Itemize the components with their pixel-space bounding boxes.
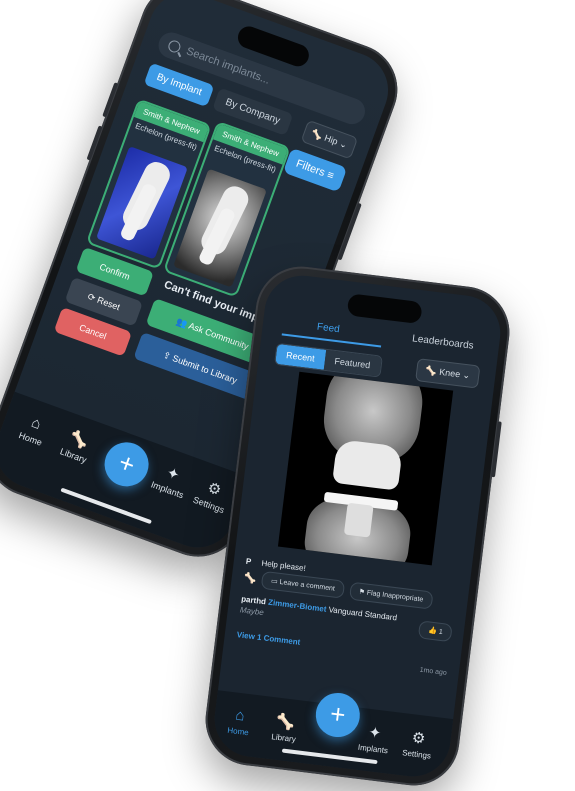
- stem-shape: [197, 206, 237, 267]
- filter-icon: ≡: [325, 168, 336, 183]
- screen-feed: Feed Leaderboards Recent Featured 🦴 Knee…: [210, 271, 505, 781]
- implant-icon: 🦴: [243, 572, 257, 585]
- search-icon: [166, 38, 183, 55]
- nav-library[interactable]: 🦴 Library: [48, 423, 106, 469]
- submit-library-label: Submit to Library: [171, 353, 239, 386]
- joint-select-value: Hip: [323, 132, 340, 147]
- bottom-nav: ⌂ Home 🦴 Library + ✦ Implants ⚙ Settings: [210, 690, 454, 781]
- feed-sort-tabs: Recent Featured: [274, 342, 383, 378]
- nav-implants-label: Implants: [357, 742, 389, 756]
- gear-icon: ⚙: [410, 729, 427, 748]
- reset-label: Reset: [95, 294, 122, 313]
- chevron-down-icon: ⌄: [462, 369, 471, 381]
- tab-feed[interactable]: Feed: [316, 322, 340, 336]
- nav-home-label: Home: [226, 725, 250, 738]
- home-icon: ⌂: [234, 706, 246, 725]
- dynamic-island: [346, 293, 423, 325]
- post-xray-image: [277, 371, 454, 566]
- power-button: [490, 421, 502, 478]
- leave-comment-label: Leave a comment: [279, 578, 336, 593]
- ask-community-label: Ask Community: [187, 320, 250, 352]
- hip-icon: 🦴: [310, 128, 325, 142]
- nav-library-label: Library: [270, 732, 297, 745]
- avatar: P: [245, 556, 252, 567]
- stem-shape: [118, 182, 158, 243]
- bottom-nav: ⌂ Home 🦴 Library + ✦ Implants ⚙ Settings: [0, 391, 250, 559]
- tibial-stem-shape: [343, 502, 374, 538]
- chevron-down-icon: ⌄: [338, 138, 349, 151]
- like-button[interactable]: 👍 1: [418, 620, 453, 643]
- tab-featured[interactable]: Featured: [323, 349, 382, 377]
- joint-select-value: Knee: [438, 366, 461, 380]
- home-indicator: [60, 487, 152, 525]
- tab-recent[interactable]: Recent: [275, 343, 326, 370]
- nav-library[interactable]: 🦴 Library: [258, 710, 311, 746]
- tab-leaderboards[interactable]: Leaderboards: [412, 333, 475, 351]
- knee-icon: 🦴: [425, 365, 440, 377]
- like-count: 1: [438, 628, 444, 637]
- flag-label: Flag Inappropriate: [366, 589, 424, 604]
- library-icon: 🦴: [275, 712, 296, 732]
- filters-label: Filters: [294, 157, 327, 180]
- nav-settings[interactable]: ⚙ Settings: [391, 726, 444, 762]
- joint-select[interactable]: 🦴 Knee ⌄: [415, 358, 481, 389]
- guess-user: parthd: [240, 594, 267, 607]
